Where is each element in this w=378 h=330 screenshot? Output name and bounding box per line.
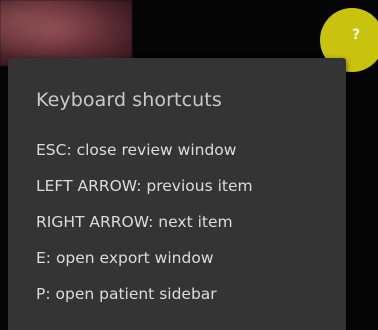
keyboard-shortcuts-tooltip: Keyboard shortcuts ESC: close review win… — [8, 58, 346, 330]
tooltip-title: Keyboard shortcuts — [36, 89, 222, 111]
review-window: ? Keyboard shortcuts ESC: close review w… — [0, 0, 378, 330]
shortcut-e: E: open export window — [36, 249, 214, 267]
image-thumbnail — [0, 0, 132, 66]
shortcut-right-arrow: RIGHT ARROW: next item — [36, 213, 233, 231]
shortcut-left-arrow: LEFT ARROW: previous item — [36, 177, 253, 195]
shortcut-list: ESC: close review window LEFT ARROW: pre… — [36, 138, 253, 318]
shortcut-p: P: open patient sidebar — [36, 285, 217, 303]
shortcut-esc: ESC: close review window — [36, 141, 237, 159]
question-mark-icon: ? — [352, 27, 361, 43]
